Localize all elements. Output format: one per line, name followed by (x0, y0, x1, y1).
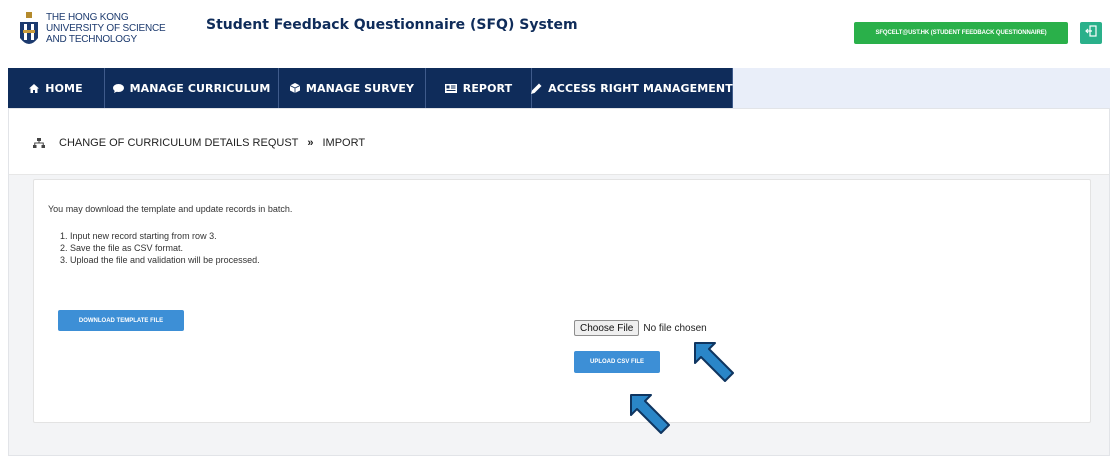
logout-button[interactable] (1080, 22, 1102, 44)
user-account-button[interactable]: SFQCELT@UST.HK (STUDENT FEEDBACK QUESTIO… (854, 22, 1068, 44)
import-instructions: You may download the template and update… (48, 204, 293, 214)
nav-item-manage-curriculum[interactable]: MANAGE CURRICULUM (105, 68, 279, 108)
choose-file-button[interactable]: Choose File (574, 320, 640, 336)
nav-item-report[interactable]: REPORT (426, 68, 532, 108)
university-name-line: AND TECHNOLOGY (46, 34, 137, 45)
nav-item-access-right-management[interactable]: ACCESS RIGHT MANAGEMENT (531, 68, 733, 108)
nav-item-label: HOME (45, 81, 83, 95)
comment-icon (112, 83, 124, 93)
import-steps: 1. Input new record starting from row 3.… (60, 230, 260, 266)
university-name-line: THE HONG KONG (46, 12, 129, 23)
home-icon (29, 83, 40, 93)
upload-csv-button[interactable]: UPLOAD CSV FILE (574, 351, 660, 373)
download-template-button[interactable]: DOWNLOAD TEMPLATE FILE (58, 310, 184, 331)
list-item: 1. Input new record starting from row 3. (60, 231, 217, 241)
breadcrumb-bar: CHANGE OF CURRICULUM DETAILS REQUST » IM… (9, 109, 1109, 175)
nav-item-manage-survey[interactable]: MANAGE SURVEY (279, 68, 426, 108)
sitemap-icon (33, 138, 45, 148)
breadcrumb-parent[interactable]: CHANGE OF CURRICULUM DETAILS REQUST (59, 137, 298, 149)
breadcrumb-separator: » (307, 137, 314, 149)
file-input: Choose File No file chosen (574, 320, 707, 336)
list-item: 2. Save the file as CSV format. (60, 243, 184, 253)
file-status: No file chosen (643, 322, 707, 334)
nav-bar: HOME MANAGE CURRICULUM MANAGE SURVEY REP… (8, 68, 733, 108)
university-name-line: UNIVERSITY OF SCIENCE (46, 23, 166, 34)
university-logo[interactable]: THE HONG KONG UNIVERSITY OF SCIENCE AND … (18, 12, 166, 52)
breadcrumb: CHANGE OF CURRICULUM DETAILS REQUST » IM… (33, 137, 365, 149)
list-item: 3. Upload the file and validation will b… (60, 255, 260, 265)
breadcrumb-current: IMPORT (322, 137, 366, 149)
university-crest-icon (18, 12, 40, 52)
pencil-icon (531, 83, 542, 94)
arrow-pointer-icon (630, 394, 670, 434)
import-panel: You may download the template and update… (33, 179, 1091, 423)
nav-item-label: ACCESS RIGHT MANAGEMENT (548, 81, 733, 95)
nav-item-home[interactable]: HOME (8, 68, 105, 108)
arrow-pointer-icon (694, 342, 734, 382)
app-title: Student Feedback Questionnaire (SFQ) Sys… (206, 17, 578, 33)
nav-item-label: MANAGE CURRICULUM (129, 81, 271, 95)
university-name: THE HONG KONG UNIVERSITY OF SCIENCE AND … (46, 12, 166, 45)
logout-icon (1085, 24, 1097, 42)
cube-icon (289, 83, 300, 93)
nav-item-label: MANAGE SURVEY (305, 81, 415, 95)
app-header: THE HONG KONG UNIVERSITY OF SCIENCE AND … (0, 0, 1110, 66)
report-icon (444, 83, 457, 93)
page-content: CHANGE OF CURRICULUM DETAILS REQUST » IM… (8, 108, 1110, 456)
nav-item-label: REPORT (462, 81, 513, 95)
main-navigation: HOME MANAGE CURRICULUM MANAGE SURVEY REP… (8, 68, 1110, 108)
